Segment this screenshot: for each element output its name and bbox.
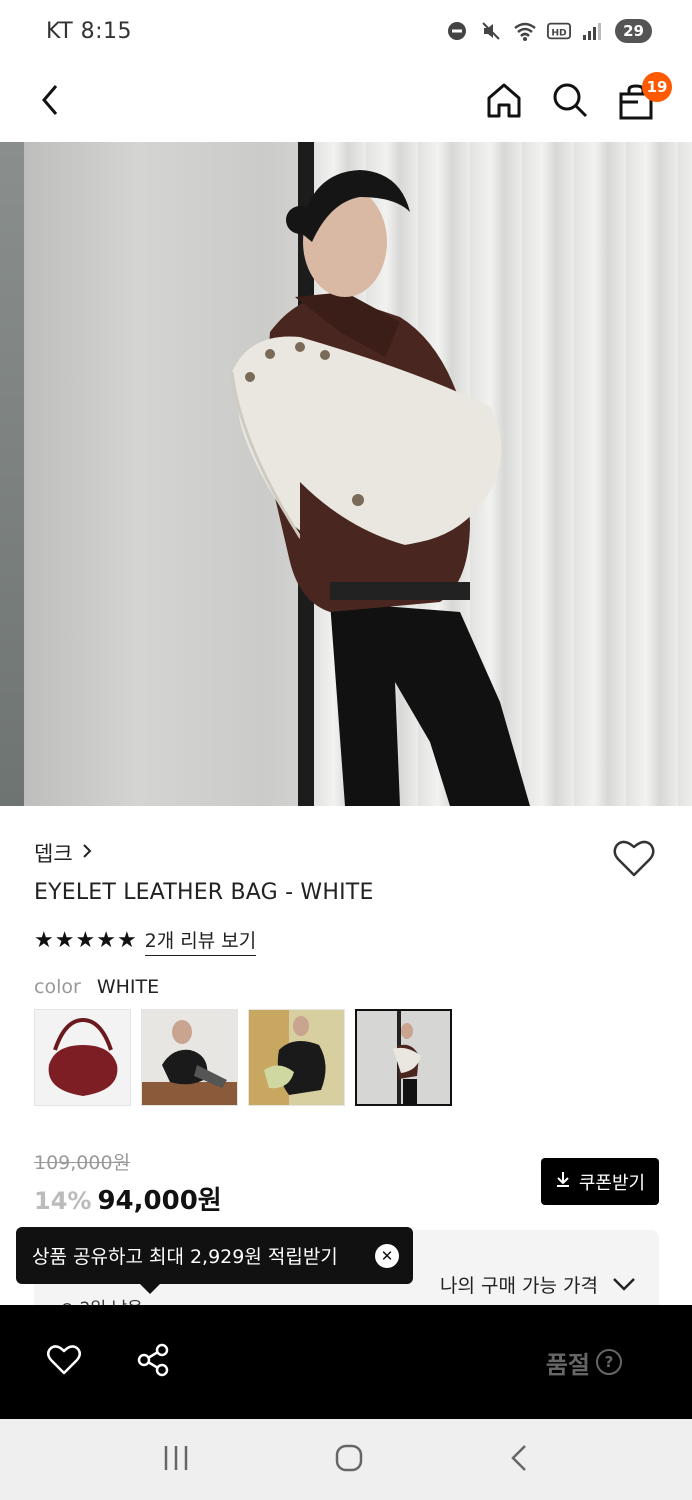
nav-actions: 19 <box>484 72 672 124</box>
soldout-status: 품절 ? <box>546 1345 646 1380</box>
sale-price: 94,000원 <box>97 1186 222 1216</box>
cart-icon <box>616 84 656 126</box>
status-bar: KT 8:15 HD 29 <box>0 0 692 62</box>
chevron-down-icon <box>612 1274 636 1296</box>
swatch-black-1[interactable] <box>141 1009 238 1106</box>
star-icon: ★ <box>116 928 137 953</box>
coupon-label: 쿠폰받기 <box>578 1172 646 1194</box>
color-row: color WHITE <box>34 976 159 998</box>
mute-icon <box>479 19 503 43</box>
wifi-icon <box>513 19 537 43</box>
rating-row: ★ ★ ★ ★ ★ 2개 리뷰 보기 <box>34 926 257 956</box>
original-price: 109,000원 <box>34 1152 131 1174</box>
download-icon <box>555 1170 571 1193</box>
review-link[interactable]: 2개 리뷰 보기 <box>144 926 257 956</box>
system-navigation-bar <box>0 1419 692 1500</box>
home-icon[interactable] <box>484 80 524 124</box>
bottom-action-bar: 품절 ? <box>0 1305 692 1419</box>
my-price-label: 나의 구매 가능 가격 <box>440 1275 598 1297</box>
coupon-button[interactable]: 쿠폰받기 <box>541 1158 659 1205</box>
recent-apps-icon[interactable] <box>161 1444 191 1476</box>
star-icon: ★ <box>54 928 75 953</box>
soldout-label: 품절 <box>545 1350 590 1379</box>
status-icons: HD 29 <box>445 19 652 43</box>
star-icon: ★ <box>34 928 54 953</box>
star-rating: ★ ★ ★ ★ ★ <box>34 930 137 952</box>
back-nav-icon[interactable] <box>507 1443 531 1477</box>
tooltip-text: 상품 공유하고 최대 2,929원 적립받기 <box>32 1246 338 1268</box>
battery-level: 29 <box>615 19 652 43</box>
color-value: WHITE <box>96 976 160 998</box>
share-icon[interactable] <box>136 1343 170 1381</box>
search-icon[interactable] <box>550 80 590 124</box>
hd-icon: HD <box>547 19 572 43</box>
signal-icon <box>581 19 605 43</box>
dnd-icon <box>445 19 469 43</box>
color-label: color <box>34 976 81 998</box>
cart-count-badge: 19 <box>642 72 672 102</box>
svg-text:HD: HD <box>551 28 567 39</box>
price-row: 14% 94,000원 <box>34 1180 222 1217</box>
back-icon[interactable] <box>36 82 66 122</box>
home-nav-icon[interactable] <box>334 1443 364 1477</box>
heart-icon[interactable] <box>46 1344 82 1380</box>
discount-rate: 14% <box>34 1187 92 1215</box>
product-image[interactable] <box>0 142 692 806</box>
hero-model-illustration <box>230 170 530 806</box>
chevron-right-icon <box>81 841 93 865</box>
swatch-burgundy[interactable] <box>34 1009 131 1106</box>
product-title: EYELET LEATHER BAG - WHITE <box>34 880 374 905</box>
action-icons <box>46 1343 170 1381</box>
carrier-time: KT 8:15 <box>46 18 133 44</box>
cart-button[interactable]: 19 <box>616 72 672 122</box>
wishlist-heart-icon[interactable] <box>612 838 656 882</box>
my-price-toggle[interactable]: 나의 구매 가능 가격 <box>440 1271 636 1298</box>
close-icon[interactable]: ✕ <box>375 1243 399 1268</box>
share-reward-tooltip: 상품 공유하고 최대 2,929원 적립받기 ✕ <box>16 1227 413 1294</box>
swatch-black-2[interactable] <box>248 1009 345 1106</box>
star-icon: ★ <box>75 928 96 953</box>
top-navigation: 19 <box>0 62 692 142</box>
help-icon[interactable]: ? <box>596 1349 622 1375</box>
brand-link[interactable]: 뎁크 <box>34 838 93 868</box>
swatch-white-selected[interactable] <box>355 1009 452 1106</box>
star-icon: ★ <box>96 928 116 953</box>
color-swatches <box>34 1009 452 1106</box>
brand-name: 뎁크 <box>34 842 73 866</box>
